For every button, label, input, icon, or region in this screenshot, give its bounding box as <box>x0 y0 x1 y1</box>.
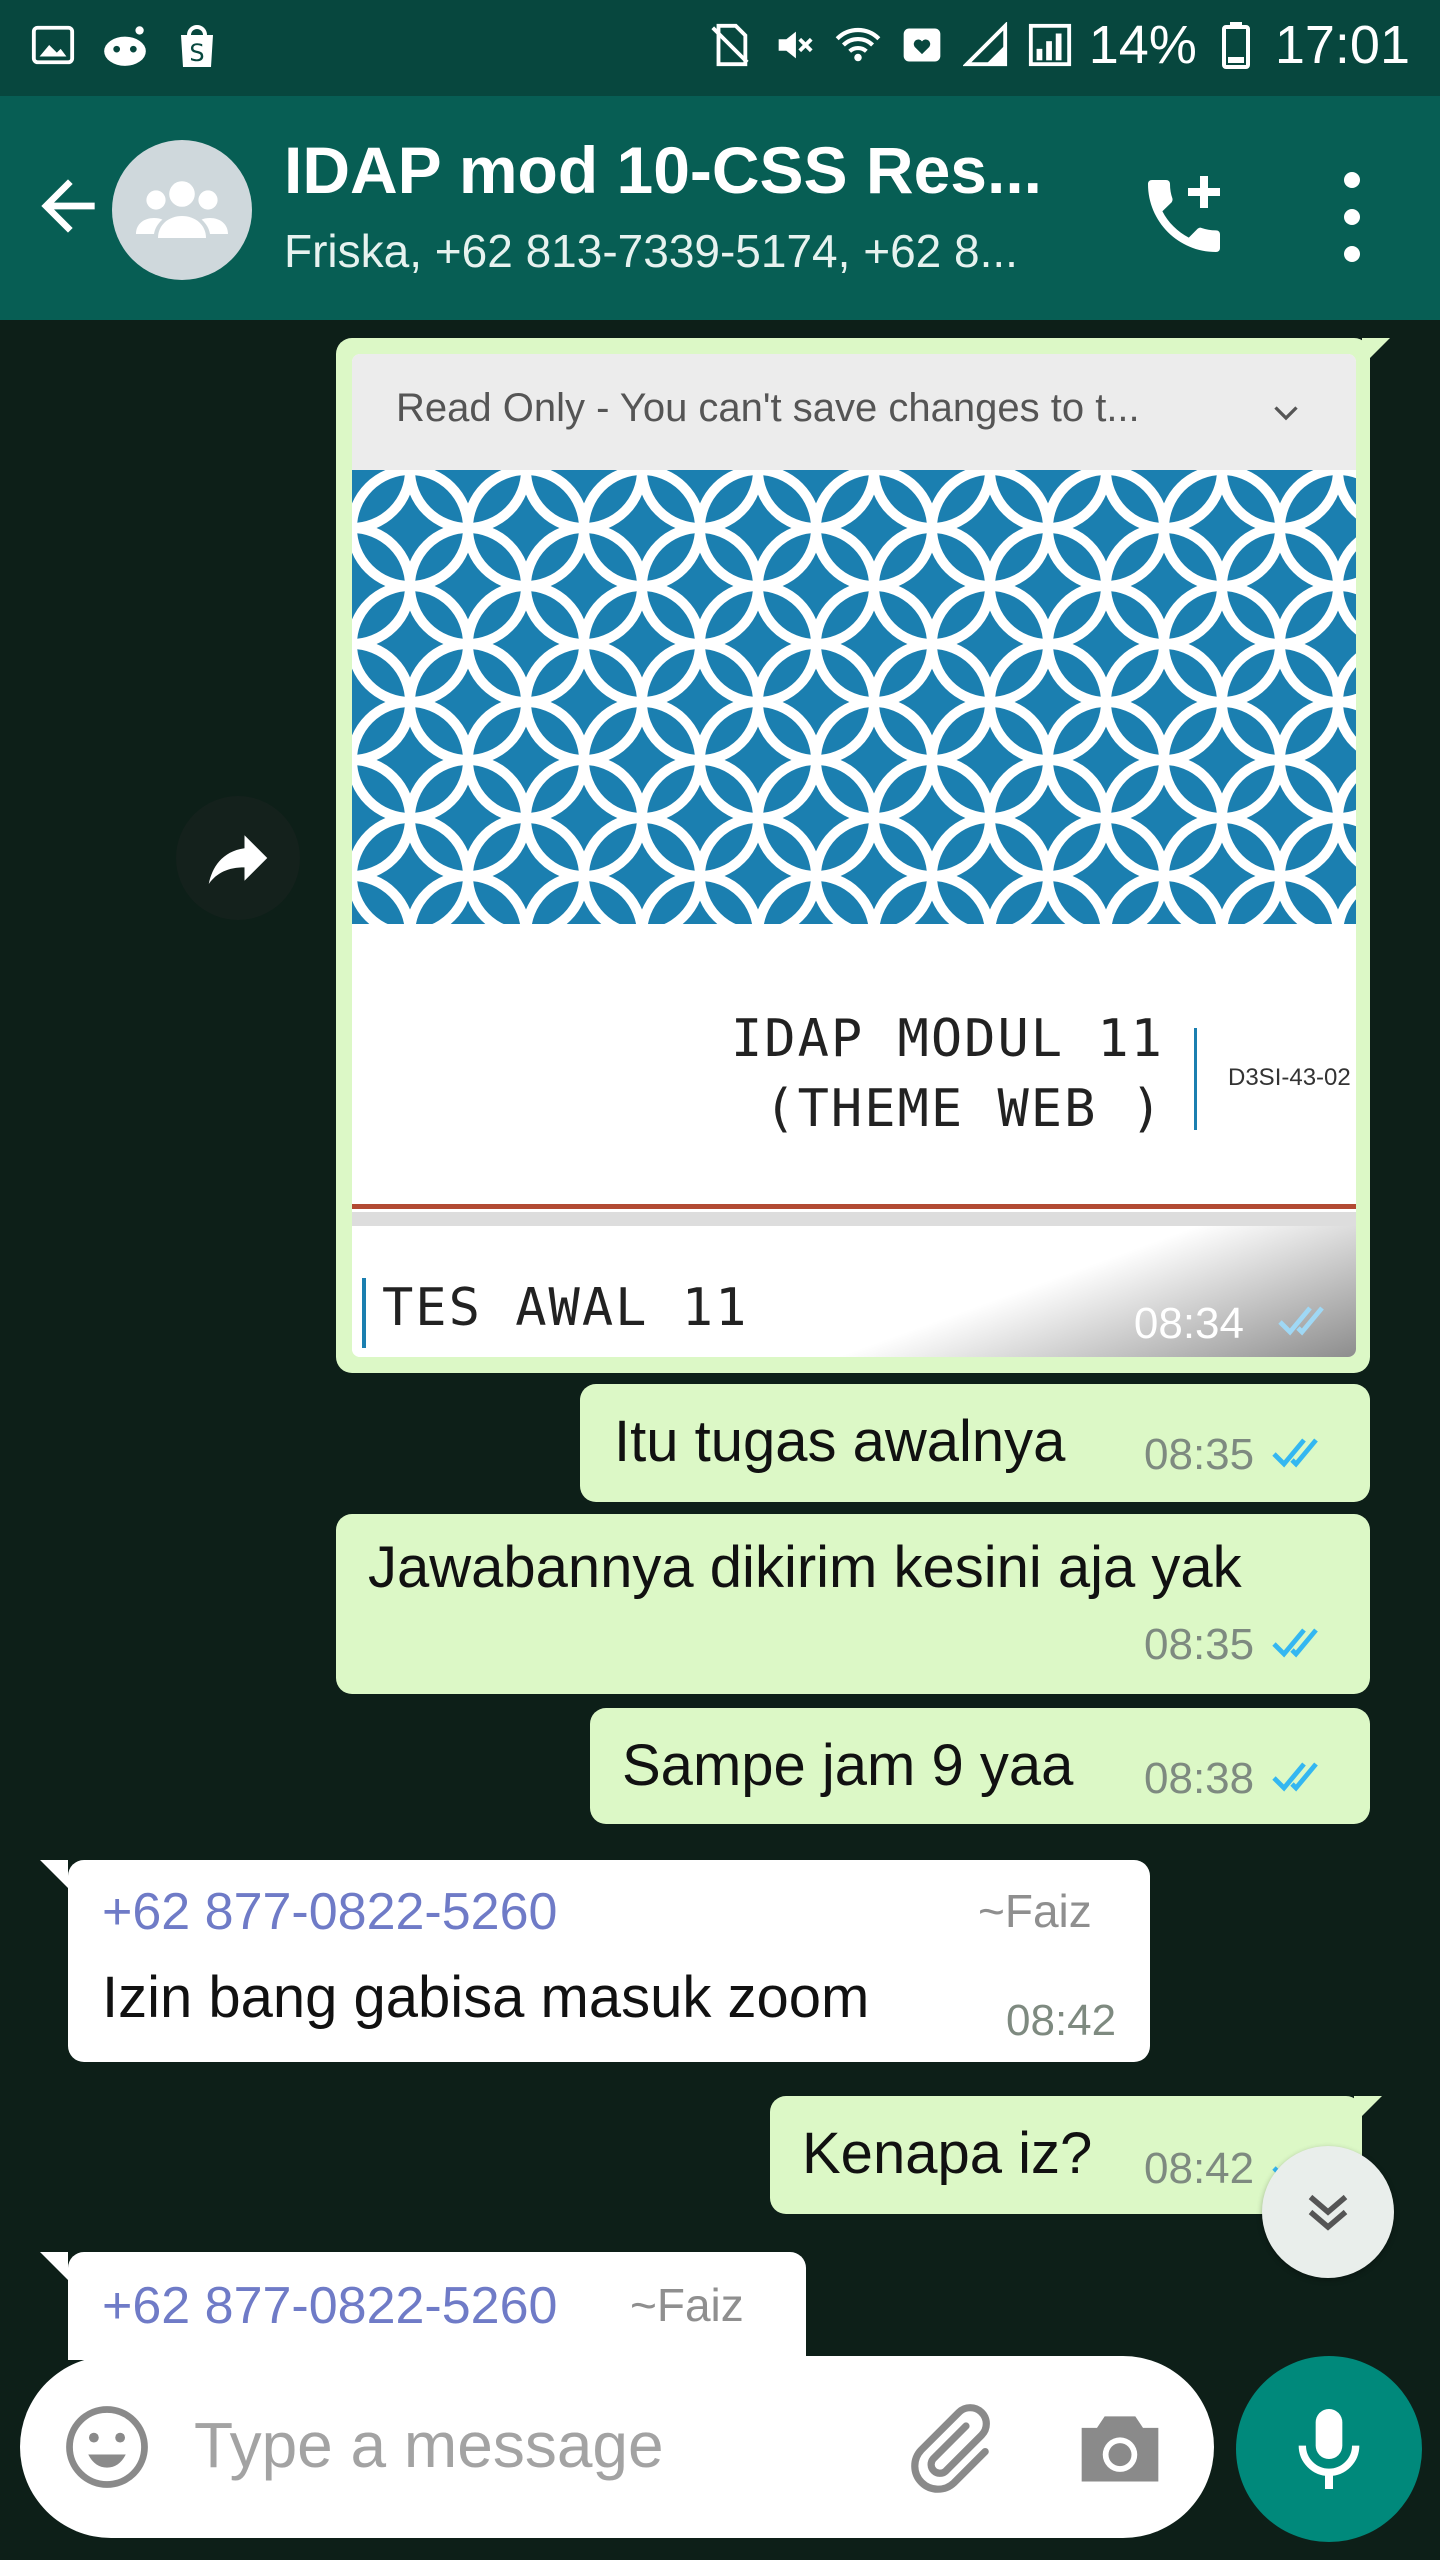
slide-title: IDAP MODUL 11 (THEME WEB ) <box>731 1004 1164 1144</box>
chat-header: IDAP mod 10-CSS Res... Friska, +62 813-7… <box>0 96 1440 320</box>
message-text: Sampe jam 9 yaa <box>622 1733 1074 1798</box>
signal-icon <box>1025 20 1075 70</box>
group-avatar[interactable] <box>112 140 252 280</box>
bubble-tail <box>40 1860 68 1888</box>
attach-icon[interactable] <box>900 2400 996 2496</box>
outgoing-message[interactable]: Sampe jam 9 yaa 08:38 <box>590 1708 1370 1824</box>
document-header-bar: Read Only - You can't save changes to t.… <box>352 354 1356 470</box>
message-text: Kenapa iz? <box>802 2121 1093 2186</box>
message-text: Itu tugas awalnya <box>614 1409 1066 1474</box>
chat-participants[interactable]: Friska, +62 813-7339-5174, +62 8... <box>284 224 1084 278</box>
gallery-icon <box>28 20 78 70</box>
message-time: 08:35 <box>1144 1620 1255 1669</box>
slide-footer-divider <box>362 1278 366 1348</box>
incoming-message[interactable]: +62 877-0822-5260 ~Faiz <box>68 2252 806 2360</box>
document-readonly-notice: Read Only - You can't save changes to t.… <box>396 386 1140 430</box>
sender-alias: ~Faiz <box>978 1885 1092 1937</box>
read-ticks-icon <box>1272 1628 1318 1658</box>
forward-button[interactable] <box>176 796 300 920</box>
status-time: 17:01 <box>1274 15 1410 75</box>
wifi-icon <box>833 20 883 70</box>
read-ticks-icon <box>1278 1306 1324 1336</box>
slide-footer-text: TES AWAL 11 <box>382 1278 749 1338</box>
sender-alias: ~Faiz <box>630 2279 744 2331</box>
add-call-icon[interactable] <box>1136 168 1232 264</box>
more-options-icon[interactable] <box>1316 172 1388 262</box>
double-chevron-down-icon <box>1308 2194 1348 2231</box>
chat-title[interactable]: IDAP mod 10-CSS Res... <box>284 132 1074 208</box>
sender-number[interactable]: +62 877-0822-5260 <box>102 2276 557 2336</box>
slide-title-line: IDAP MODUL 11 <box>731 1009 1164 1069</box>
bubble-tail <box>40 2252 68 2280</box>
slide-rule <box>352 1212 1356 1226</box>
sender-number[interactable]: +62 877-0822-5260 <box>102 1882 557 1942</box>
message-time: 08:42 <box>1006 1996 1117 2045</box>
emoji-icon[interactable] <box>62 2402 152 2492</box>
signal-icon <box>961 20 1011 70</box>
message-text: Izin bang gabisa masuk zoom <box>102 1965 870 2030</box>
microphone-icon <box>1298 2409 1360 2489</box>
slide-title-line: (THEME WEB ) <box>764 1079 1164 1139</box>
slide-divider <box>1194 1028 1197 1130</box>
message-time: 08:35 <box>1144 1430 1255 1479</box>
group-icon <box>136 181 228 238</box>
message-composer: Type a message <box>20 2356 1214 2538</box>
incoming-message[interactable]: +62 877-0822-5260 ~Faiz Izin bang gabisa… <box>68 1860 1150 2062</box>
battery-icon <box>1211 20 1261 70</box>
slide-rule <box>352 1204 1356 1209</box>
sim-off-icon <box>705 20 755 70</box>
slide-code: D3SI-43-02 <box>1228 1064 1351 1091</box>
message-time: 08:42 <box>1144 2144 1255 2193</box>
read-ticks-icon <box>1272 1438 1318 1468</box>
svg-text:S: S <box>189 39 204 67</box>
scroll-to-bottom-button[interactable] <box>1262 2146 1394 2278</box>
message-input[interactable]: Type a message <box>194 2408 664 2482</box>
voice-record-button[interactable] <box>1236 2356 1422 2542</box>
message-text: Jawabannya dikirim kesini aja yak <box>368 1535 1242 1600</box>
bubble-tail <box>1354 2096 1382 2124</box>
shopping-bag-icon: S <box>172 20 222 70</box>
camera-icon[interactable] <box>1074 2402 1166 2492</box>
message-time: 08:34 <box>1133 1299 1244 1348</box>
reddit-icon <box>100 20 150 70</box>
outgoing-message[interactable]: Itu tugas awalnya 08:35 <box>580 1384 1370 1502</box>
message-time: 08:38 <box>1144 1754 1255 1803</box>
document-preview[interactable]: Read Only - You can't save changes to t.… <box>352 354 1356 1357</box>
status-bar: S 14% 17:01 <box>0 0 1440 96</box>
read-ticks-icon <box>1272 1762 1318 1792</box>
forward-icon <box>208 835 268 884</box>
chevron-down-icon[interactable] <box>1268 394 1304 430</box>
heart-notification-icon <box>897 20 947 70</box>
outgoing-message[interactable]: Jawabannya dikirim kesini aja yak 08:35 <box>336 1514 1370 1694</box>
bubble-tail <box>1362 338 1390 366</box>
battery-percent: 14% <box>1088 15 1197 75</box>
message-list[interactable]: Read Only - You can't save changes to t.… <box>0 320 1440 2360</box>
slide-pattern-image <box>352 470 1356 924</box>
mute-icon <box>769 20 819 70</box>
back-arrow-icon[interactable] <box>28 166 108 246</box>
